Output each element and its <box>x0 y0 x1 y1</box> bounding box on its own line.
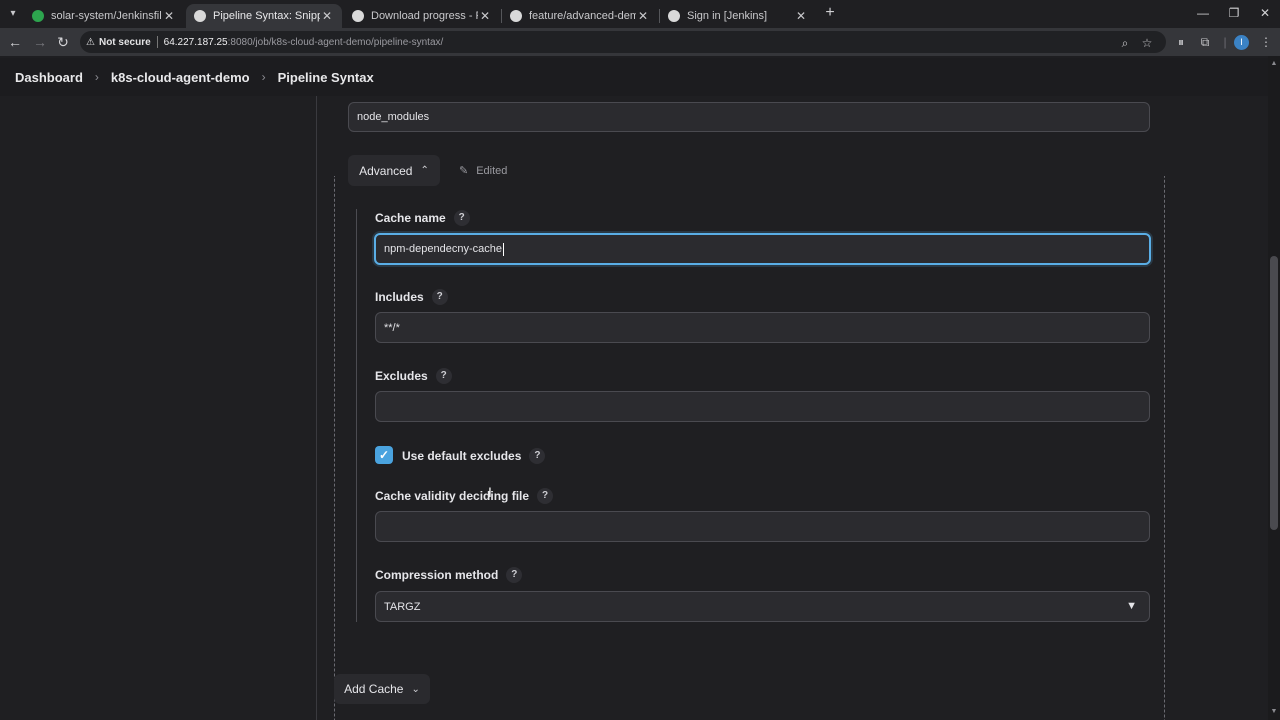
jenkins-favicon-icon <box>668 10 680 22</box>
close-tab-icon[interactable]: ✕ <box>636 9 650 23</box>
tab-title: Download progress - Plugins [J <box>371 10 478 22</box>
includes-label-text: Includes <box>375 290 424 304</box>
cache-name-label-text: Cache name <box>375 211 446 225</box>
breadcrumb: Dashboard › k8s-cloud-agent-demo › Pipel… <box>0 58 1268 96</box>
close-tab-icon[interactable]: ✕ <box>320 9 334 23</box>
path-input[interactable]: node_modules <box>348 102 1150 132</box>
browser-tab-strip: ▾ solar-system/Jenkinsfile at feat ✕ Pip… <box>0 0 1280 28</box>
browser-tab-active[interactable]: Pipeline Syntax: Snippet Generat ✕ <box>186 4 342 28</box>
excludes-help-icon[interactable]: ? <box>435 368 452 384</box>
sidebar-divider <box>316 96 317 720</box>
edited-indicator: ✎ Edited <box>459 164 508 178</box>
close-tab-icon[interactable]: ✕ <box>478 9 492 23</box>
breadcrumb-dashboard[interactable]: Dashboard <box>15 70 83 85</box>
close-tab-icon[interactable]: ✕ <box>794 9 808 23</box>
url-path: :8080/job/k8s-cloud-agent-demo/pipeline-… <box>227 36 444 48</box>
address-divider <box>156 36 158 48</box>
text-caret <box>503 242 505 256</box>
excludes-label-text: Excludes <box>375 369 428 383</box>
scrollbar-thumb[interactable] <box>1270 256 1278 530</box>
browser-tab[interactable]: Download progress - Plugins [J ✕ <box>344 4 500 28</box>
includes-input[interactable]: **/* <box>375 312 1150 343</box>
advanced-section-rule <box>356 209 357 622</box>
tab-title: feature/advanced-demo [Gitea <box>529 10 636 22</box>
compression-method-label: Compression method ? <box>375 567 523 583</box>
add-cache-button[interactable]: Add Cache ⌄ <box>334 674 430 704</box>
toolbar-divider: | <box>1223 35 1227 49</box>
path-input-value: node_modules <box>357 111 430 123</box>
tab-search-icon[interactable]: ▾ <box>5 6 21 22</box>
reload-icon[interactable]: ↻ <box>55 34 71 50</box>
breadcrumb-job[interactable]: k8s-cloud-agent-demo <box>111 70 250 85</box>
compression-method-help-icon[interactable]: ? <box>506 567 523 583</box>
browser-tab[interactable]: Sign in [Jenkins] ✕ <box>660 4 816 28</box>
jenkins-favicon-icon <box>194 10 206 22</box>
breadcrumb-chevron-icon: › <box>261 70 266 84</box>
validity-file-input[interactable] <box>375 511 1150 542</box>
text-cursor-icon: I <box>488 484 492 500</box>
zoom-icon[interactable]: ⌕ <box>1118 36 1132 51</box>
pencil-icon: ✎ <box>459 165 469 177</box>
new-tab-icon[interactable]: + <box>822 5 838 21</box>
use-default-excludes-help-icon[interactable]: ? <box>529 448 546 464</box>
includes-label: Includes ? <box>375 289 448 305</box>
excludes-label: Excludes ? <box>375 368 452 384</box>
not-secure-label: Not secure <box>98 36 151 48</box>
bookmark-star-icon[interactable]: ☆ <box>1140 36 1154 50</box>
chevron-up-icon: ⌃ <box>420 165 429 176</box>
cache-name-label: Cache name ? <box>375 210 470 226</box>
use-default-excludes-text[interactable]: Use default excludes <box>402 449 521 463</box>
extensions-icon[interactable]: ⧉ <box>1198 35 1212 50</box>
excludes-input[interactable] <box>375 391 1150 422</box>
validity-file-label: Cache validity deciding file ? <box>375 488 554 504</box>
add-cache-label: Add Cache <box>344 682 404 696</box>
browser-toolbar: ← → ↻ ⚠ Not secure 64.227.187.25 :8080/j… <box>0 28 1280 56</box>
compression-method-select[interactable]: TARGZ ▼ <box>375 591 1150 622</box>
use-default-excludes-label: Use default excludes ? <box>402 448 546 464</box>
compression-method-value: TARGZ <box>384 600 421 613</box>
includes-value: **/* <box>384 321 400 334</box>
cache-name-help-icon[interactable]: ? <box>453 210 470 226</box>
url-host: 64.227.187.25 <box>163 36 228 48</box>
advanced-label: Advanced <box>359 163 413 178</box>
tab-title: Pipeline Syntax: Snippet Generat <box>213 10 320 22</box>
tab-title: Sign in [Jenkins] <box>687 10 768 22</box>
tab-title: solar-system/Jenkinsfile at feat <box>51 10 162 22</box>
close-window-icon[interactable]: ✕ <box>1257 6 1273 20</box>
edited-label: Edited <box>476 164 508 177</box>
advanced-toggle-button[interactable]: Advanced ⌃ <box>348 155 440 186</box>
jenkins-favicon-icon <box>510 10 522 22</box>
address-bar[interactable]: ⚠ Not secure 64.227.187.25 :8080/job/k8s… <box>80 31 1166 53</box>
browser-tab[interactable]: feature/advanced-demo [Gitea ✕ <box>502 4 658 28</box>
favicon-icon <box>32 10 44 22</box>
breadcrumb-pipeline-syntax[interactable]: Pipeline Syntax <box>278 70 374 85</box>
warning-icon: ⚠ <box>86 36 95 48</box>
minimize-icon[interactable]: — <box>1195 6 1211 20</box>
restore-icon[interactable]: ❐ <box>1226 6 1242 20</box>
chevron-down-icon: ▼ <box>1126 600 1137 612</box>
includes-help-icon[interactable]: ? <box>431 289 448 305</box>
jenkins-favicon-icon <box>352 10 364 22</box>
breadcrumb-chevron-icon: › <box>94 70 99 84</box>
forward-icon[interactable]: → <box>32 34 48 50</box>
media-icon[interactable]: ⏸ <box>1174 35 1188 50</box>
cache-name-value: npm-dependecny-cache <box>384 243 503 255</box>
use-default-excludes-checkbox[interactable]: ✓ <box>375 446 393 464</box>
validity-file-help-icon[interactable]: ? <box>537 488 554 504</box>
browser-tab[interactable]: solar-system/Jenkinsfile at feat ✕ <box>24 4 184 28</box>
close-tab-icon[interactable]: ✕ <box>162 9 176 23</box>
menu-icon[interactable]: ⋮ <box>1259 35 1273 49</box>
cache-name-input[interactable]: npm-dependecny-cache <box>374 233 1151 265</box>
validity-file-label-text: Cache validity deciding file <box>375 489 530 503</box>
scroll-down-icon[interactable]: ▼ <box>1268 708 1280 715</box>
scroll-up-icon[interactable]: ▲ <box>1268 60 1280 67</box>
chevron-down-icon: ⌄ <box>411 683 420 695</box>
back-icon[interactable]: ← <box>7 34 23 50</box>
profile-avatar[interactable]: I <box>1234 35 1249 50</box>
compression-method-label-text: Compression method <box>375 568 499 582</box>
